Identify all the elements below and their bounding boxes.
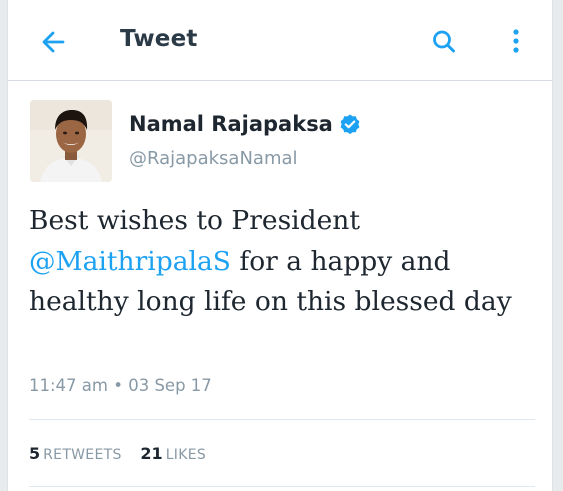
likes-count: 21 (140, 444, 163, 463)
verified-badge-icon (340, 114, 360, 135)
avatar[interactable] (30, 100, 112, 182)
tweet-timestamp: 11:47 am • 03 Sep 17 (29, 376, 212, 395)
tweet-page: Tweet Namal Rajapaksa @RajapaksaNamal Be… (7, 0, 553, 491)
likes-label: LIKES (165, 447, 207, 463)
profile-photo (30, 100, 112, 182)
author-handle[interactable]: @RajapaksaNamal (129, 148, 298, 169)
mention-link[interactable]: @MaithripalaS (29, 246, 231, 277)
arrow-left-icon (42, 31, 65, 53)
back-button[interactable] (36, 24, 72, 60)
likes-stat[interactable]: 21 LIKES (140, 444, 206, 463)
more-options-button[interactable] (504, 24, 528, 60)
more-vertical-icon (513, 29, 519, 53)
divider (29, 419, 535, 420)
tweet-text: Best wishes to President @MaithripalaS f… (29, 201, 534, 323)
page-title: Tweet (120, 26, 198, 52)
retweets-stat[interactable]: 5 RETWEETS (29, 444, 122, 463)
search-icon (433, 30, 455, 53)
search-button[interactable] (426, 24, 462, 60)
tweet-text-part: Best wishes to President (29, 205, 361, 236)
divider (29, 486, 535, 487)
top-bar: Tweet (8, 0, 552, 81)
tweet-stats: 5 RETWEETS 21 LIKES (29, 444, 220, 463)
retweets-label: RETWEETS (43, 447, 122, 463)
author-name[interactable]: Namal Rajapaksa (129, 112, 333, 136)
retweets-count: 5 (29, 444, 41, 463)
